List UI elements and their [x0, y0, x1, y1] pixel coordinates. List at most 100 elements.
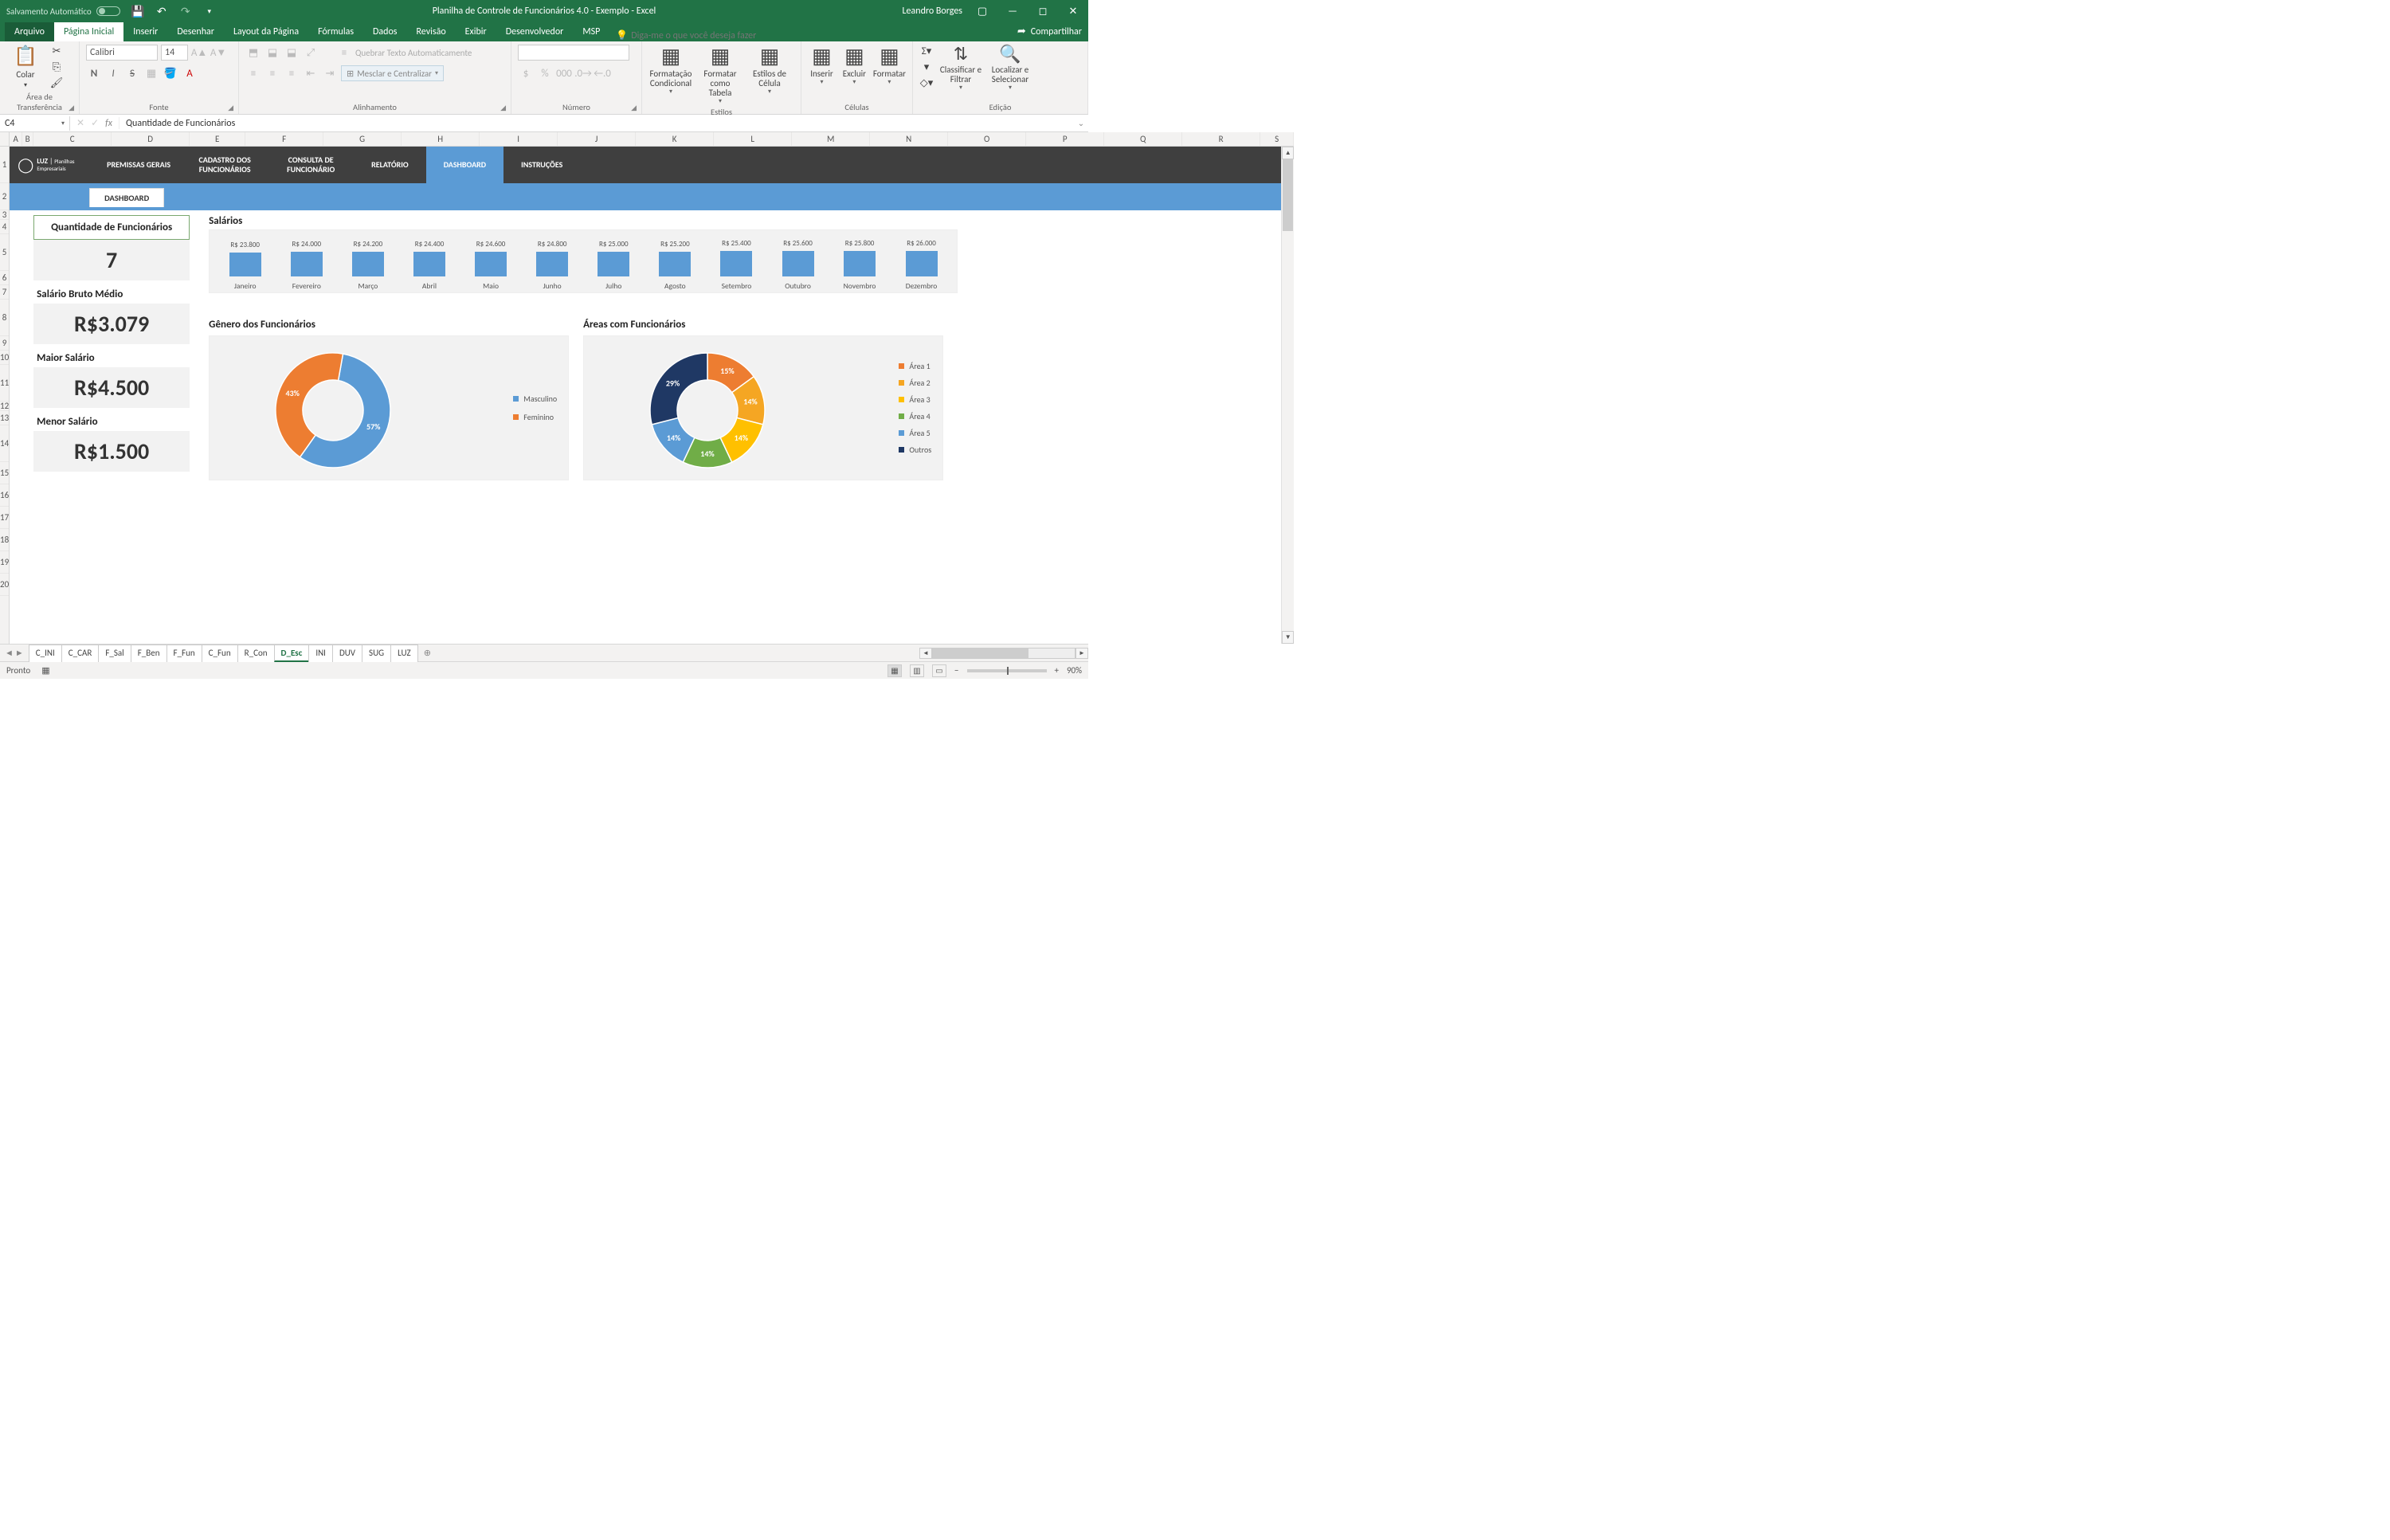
sheet-tab[interactable]: C_CAR [61, 645, 100, 662]
sheet-tab[interactable]: SUG [362, 645, 391, 662]
fill-color-icon[interactable]: 🪣 [163, 65, 178, 81]
tab-review[interactable]: Revisão [407, 22, 456, 41]
sheet-tab[interactable]: R_Con [237, 645, 275, 662]
align-center-icon[interactable]: ≡ [264, 65, 280, 81]
italic-icon[interactable]: I [105, 65, 121, 81]
sheet-nav-next-icon[interactable]: ► [15, 648, 24, 658]
row-header[interactable]: 13 [0, 411, 9, 425]
column-header[interactable]: B [22, 132, 33, 146]
undo-icon[interactable]: ↶ [155, 5, 168, 18]
sheet-tab[interactable]: D_Esc [274, 645, 310, 662]
sheet-tab[interactable]: F_Fun [167, 645, 202, 662]
decrease-decimal-icon[interactable]: ←.0 [594, 65, 610, 81]
find-select-button[interactable]: 🔍Localizar e Selecionar▾ [988, 45, 1032, 92]
column-header[interactable]: H [402, 132, 480, 146]
row-header[interactable]: 11 [0, 365, 9, 402]
page-layout-view-icon[interactable]: ▥ [910, 664, 924, 677]
tellme-input[interactable] [631, 30, 758, 41]
scroll-down-icon[interactable]: ▼ [1282, 631, 1294, 644]
nav-premissas[interactable]: PREMISSAS GERAIS [96, 147, 182, 183]
underline-icon[interactable]: S [124, 65, 140, 81]
column-header[interactable]: M [792, 132, 870, 146]
row-header[interactable]: 12 [0, 402, 9, 411]
copy-icon[interactable]: ⎘ [49, 61, 64, 73]
row-header[interactable]: 10 [0, 351, 9, 365]
macro-record-icon[interactable]: ▦ [41, 665, 49, 676]
column-header[interactable]: D [112, 132, 190, 146]
align-middle-icon[interactable]: ⬓ [264, 45, 280, 61]
row-header[interactable]: 19 [0, 551, 9, 574]
tab-draw[interactable]: Desenhar [167, 22, 224, 41]
clear-icon[interactable]: ◇▾ [919, 76, 934, 89]
column-header[interactable]: C [33, 132, 112, 146]
column-header[interactable]: E [190, 132, 245, 146]
page-break-view-icon[interactable]: ▭ [932, 664, 946, 677]
sheet-tab[interactable]: DUV [332, 645, 362, 662]
row-header[interactable]: 4 [0, 220, 9, 234]
row-header[interactable]: 16 [0, 484, 9, 507]
decrease-indent-icon[interactable]: ⇤ [303, 65, 319, 81]
sheet-tab[interactable]: F_Ben [131, 645, 167, 662]
cancel-formula-icon[interactable]: ✕ [76, 117, 84, 129]
tab-file[interactable]: Arquivo [5, 22, 54, 41]
column-header[interactable]: J [558, 132, 636, 146]
column-header[interactable]: G [323, 132, 402, 146]
column-header[interactable]: Q [1104, 132, 1182, 146]
nav-consulta[interactable]: CONSULTA DE FUNCIONÁRIO [268, 147, 354, 183]
tab-msp[interactable]: MSP [573, 22, 609, 41]
row-header[interactable]: 9 [0, 336, 9, 351]
row-header[interactable]: 15 [0, 462, 9, 484]
currency-icon[interactable]: $ [518, 65, 534, 81]
increase-decimal-icon[interactable]: .0→ [575, 65, 591, 81]
font-color-icon[interactable]: A [182, 65, 198, 81]
column-header[interactable]: L [714, 132, 792, 146]
align-left-icon[interactable]: ≡ [245, 65, 261, 81]
tab-formulas[interactable]: Fórmulas [308, 22, 363, 41]
formula-input[interactable]: Quantidade de Funcionários [120, 116, 1074, 131]
redo-icon[interactable]: ↷ [179, 5, 192, 18]
launcher-icon[interactable]: ◢ [228, 104, 233, 112]
orientation-icon[interactable]: ⤢ [303, 45, 319, 61]
row-header[interactable]: 20 [0, 574, 9, 596]
column-header[interactable]: A [10, 132, 22, 146]
sheet-tab[interactable]: F_Sal [98, 645, 131, 662]
align-bottom-icon[interactable]: ⬓ [284, 45, 300, 61]
number-format-select[interactable] [518, 45, 629, 61]
save-icon[interactable]: 💾 [131, 5, 144, 18]
expand-formula-bar-icon[interactable]: ⌄ [1074, 118, 1088, 128]
nav-instrucoes[interactable]: INSTRUÇÕES [503, 147, 580, 183]
grow-font-icon[interactable]: A▲ [191, 45, 207, 61]
name-box[interactable]: C4▾ [0, 116, 70, 131]
sheet-tab[interactable]: C_Fun [202, 645, 238, 662]
zoom-level[interactable]: 90% [1067, 665, 1082, 676]
font-name-select[interactable] [86, 45, 158, 61]
column-header[interactable]: R [1182, 132, 1260, 146]
row-header[interactable]: 2 [0, 183, 9, 210]
zoom-out-icon[interactable]: − [954, 665, 958, 676]
horizontal-scrollbar[interactable]: ◄ ► [919, 648, 1088, 659]
insert-cells-button[interactable]: ▦Inserir▾ [808, 45, 836, 85]
ribbon-display-icon[interactable]: ▢ [972, 3, 993, 19]
tab-insert[interactable]: Inserir [123, 22, 167, 41]
launcher-icon[interactable]: ◢ [69, 104, 74, 112]
tab-layout[interactable]: Layout da Página [224, 22, 308, 41]
tab-data[interactable]: Dados [363, 22, 406, 41]
maximize-icon[interactable]: ◻ [1032, 3, 1053, 19]
row-header[interactable]: 17 [0, 507, 9, 529]
format-cells-button[interactable]: ▦Formatar▾ [873, 45, 906, 85]
conditional-formatting-button[interactable]: ▦Formatação Condicional▾ [648, 45, 693, 96]
nav-relatorio[interactable]: RELATÓRIO [354, 147, 426, 183]
row-header[interactable]: 5 [0, 234, 9, 271]
tab-developer[interactable]: Desenvolvedor [496, 22, 574, 41]
wrap-text-icon[interactable]: ≡ [336, 45, 352, 61]
zoom-slider[interactable] [967, 669, 1047, 672]
bold-icon[interactable]: N [86, 65, 102, 81]
sheet-tab[interactable]: LUZ [390, 645, 418, 662]
zoom-in-icon[interactable]: + [1055, 665, 1059, 676]
share-button[interactable]: Compartilhar [1031, 26, 1082, 37]
sheet-tab[interactable]: INI [308, 645, 333, 662]
row-header[interactable]: 3 [0, 210, 9, 220]
fx-icon[interactable]: fx [105, 118, 112, 129]
format-painter-icon[interactable]: 🖌 [49, 76, 64, 89]
nav-dashboard[interactable]: DASHBOARD [426, 147, 503, 183]
